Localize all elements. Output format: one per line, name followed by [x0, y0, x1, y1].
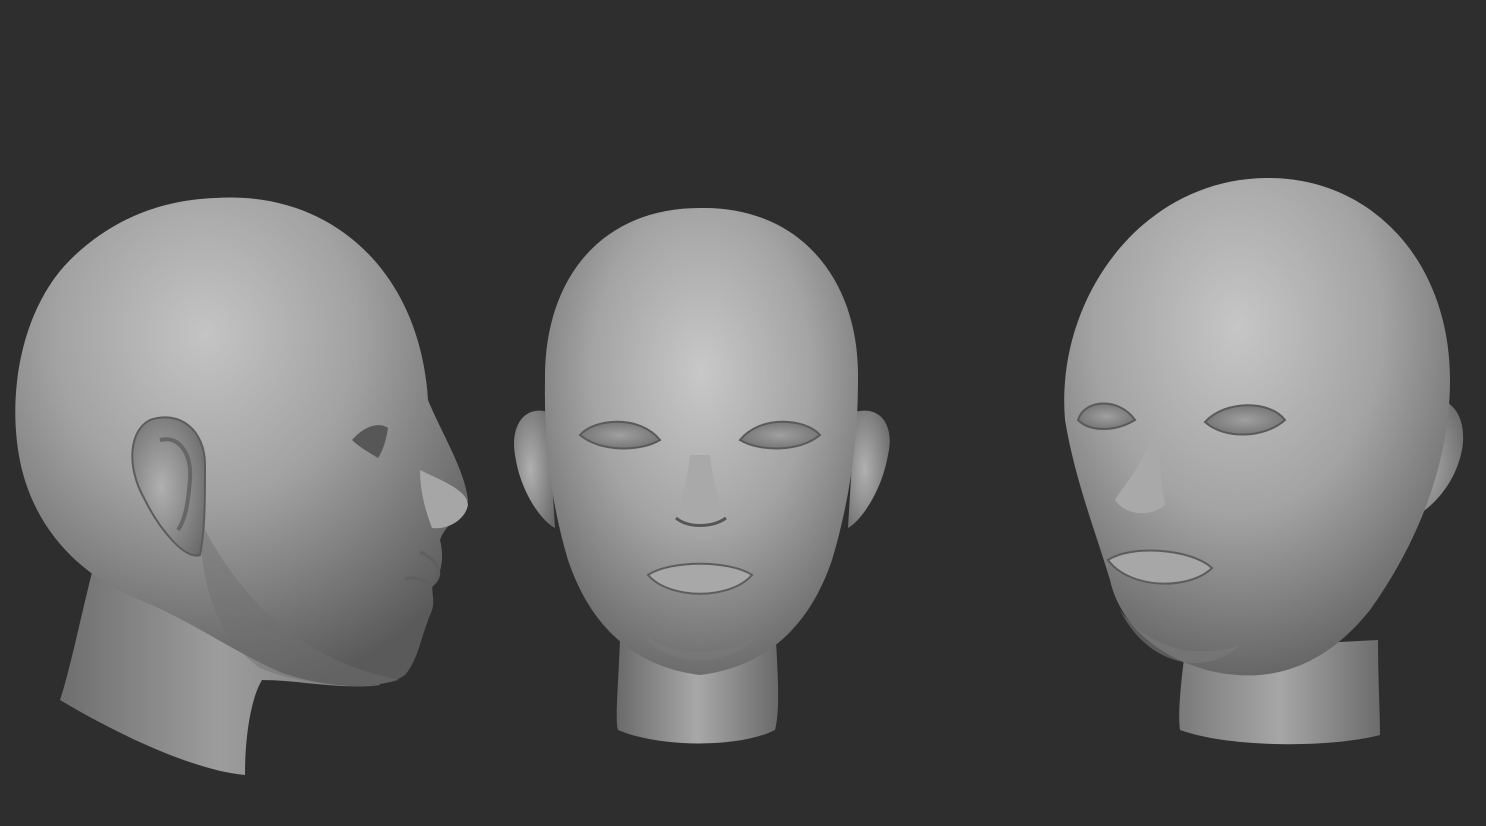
front-view[interactable] — [514, 207, 890, 744]
three-quarter-view[interactable] — [1064, 177, 1464, 745]
side-profile-view[interactable] — [15, 197, 468, 775]
viewport-canvas — [15, 177, 1464, 775]
sculpt-viewport[interactable] — [0, 0, 1486, 826]
